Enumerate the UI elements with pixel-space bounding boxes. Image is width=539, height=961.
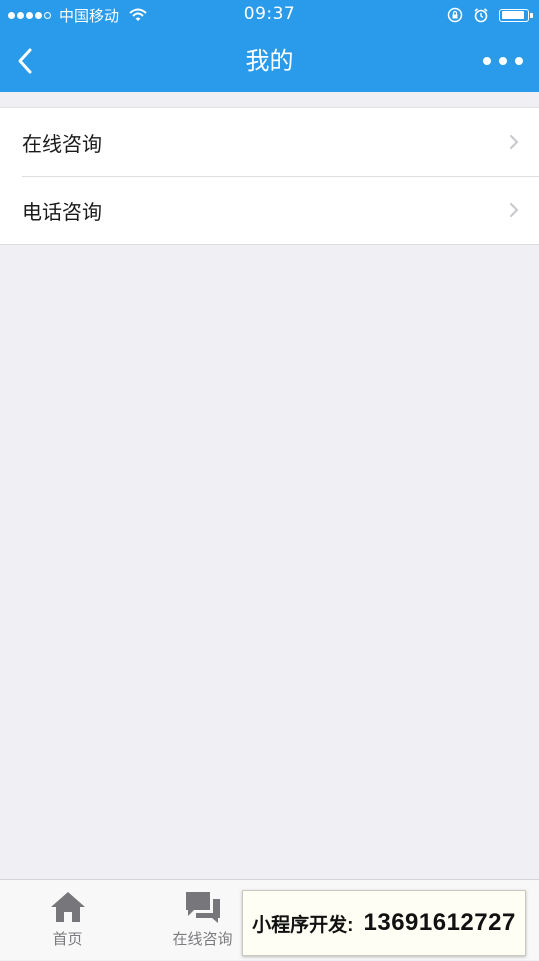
more-button[interactable] <box>483 50 523 72</box>
promo-phone: 13691612727 <box>363 909 516 936</box>
tab-label: 在线咨询 <box>172 930 233 948</box>
page-title: 我的 <box>245 47 294 75</box>
chevron-right-icon <box>510 203 518 217</box>
menu-item-label: 电话咨询 <box>22 199 102 224</box>
promo-banner: 小程序开发: 13691612727 <box>242 890 526 956</box>
menu-item-phone-consult[interactable]: 电话咨询 <box>0 176 539 244</box>
chevron-right-icon <box>510 135 518 149</box>
menu-list: 在线咨询 电话咨询 <box>0 107 539 245</box>
orientation-lock-icon <box>447 7 463 23</box>
menu-item-online-consult[interactable]: 在线咨询 <box>0 108 539 176</box>
alarm-icon <box>474 8 488 23</box>
tab-label: 首页 <box>52 930 83 948</box>
nav-bar: 我的 <box>0 30 539 92</box>
promo-label: 小程序开发: <box>252 914 354 936</box>
more-dots-icon <box>483 57 491 65</box>
status-right <box>447 5 533 25</box>
status-bar: 中国移动 09:37 <box>0 0 539 30</box>
tab-home[interactable]: 首页 <box>0 880 135 961</box>
home-icon <box>50 892 85 922</box>
chat-bubbles-icon <box>185 892 220 923</box>
menu-item-label: 在线咨询 <box>22 131 102 156</box>
battery-icon <box>499 8 533 22</box>
